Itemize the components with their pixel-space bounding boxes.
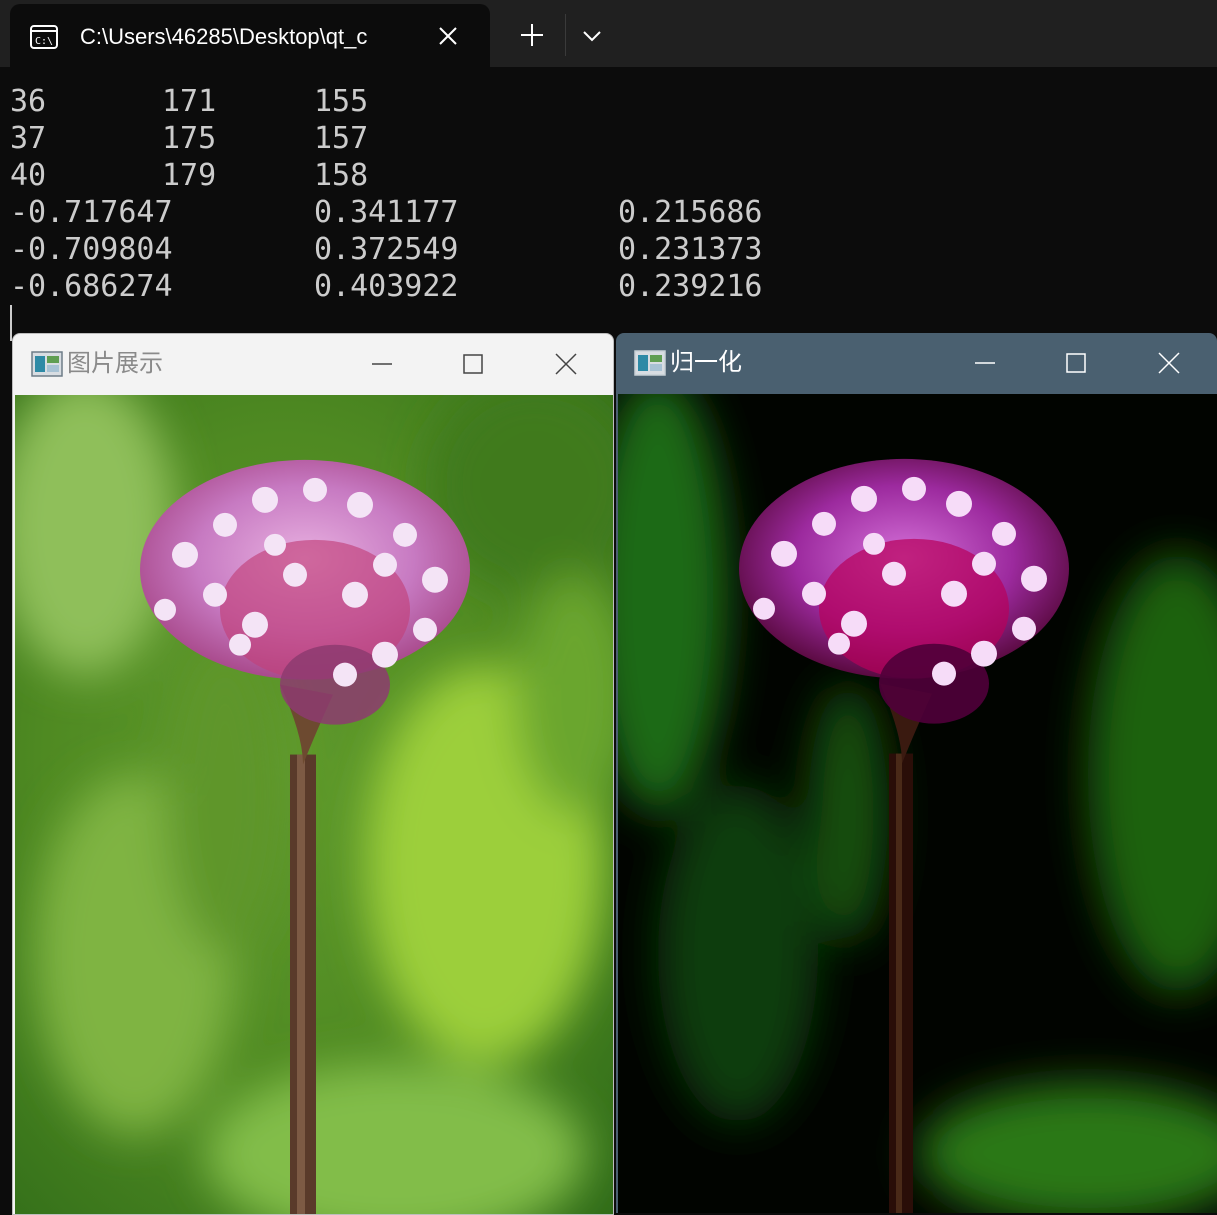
- minimize-icon[interactable]: [367, 349, 397, 379]
- maximize-icon[interactable]: [458, 349, 488, 379]
- value-cell: 158: [314, 158, 369, 193]
- maximize-icon[interactable]: [1061, 348, 1091, 378]
- output-line: 40 179 158: [10, 157, 368, 194]
- terminal-icon: C:\: [30, 25, 58, 49]
- value-cell: 40: [10, 158, 47, 193]
- text-cursor: [10, 305, 12, 341]
- terminal-tab-bar: C:\ C:\Users\46285\Desktop\qt_c: [0, 0, 1217, 67]
- tab-title: C:\Users\46285\Desktop\qt_c: [80, 24, 368, 49]
- terminal-tab[interactable]: C:\ C:\Users\46285\Desktop\qt_c: [10, 4, 490, 67]
- app-icon: [31, 351, 63, 377]
- window-title: 归一化: [670, 348, 742, 376]
- close-icon[interactable]: [551, 349, 581, 379]
- output-line: -0.686274 0.403922 0.239216: [10, 268, 763, 305]
- output-line: -0.709804 0.372549 0.231373: [10, 231, 763, 268]
- value-cell: -0.686274: [10, 269, 173, 304]
- minimize-icon[interactable]: [970, 348, 1000, 378]
- value-cell: 0.231373: [618, 232, 763, 267]
- chevron-down-icon[interactable]: [580, 24, 604, 48]
- output-line: 36 171 155: [10, 83, 368, 120]
- value-cell: 157: [314, 121, 369, 156]
- image-display: [15, 395, 613, 1214]
- value-cell: 179: [162, 158, 217, 193]
- value-cell: 155: [314, 84, 369, 119]
- window-titlebar[interactable]: 归一化: [616, 333, 1217, 393]
- value-cell: 0.403922: [314, 269, 459, 304]
- value-cell: 175: [162, 121, 217, 156]
- image-window-original[interactable]: 图片展示: [12, 333, 614, 1215]
- close-icon[interactable]: [1154, 348, 1184, 378]
- value-cell: 0.341177: [314, 195, 459, 230]
- terminal-output[interactable]: 36 171 155 37 175 157 40 179 158 -0.7176…: [0, 67, 1217, 341]
- output-line: -0.717647 0.341177 0.215686: [10, 194, 763, 231]
- value-cell: 171: [162, 84, 217, 119]
- window-title: 图片展示: [67, 349, 163, 377]
- plus-icon[interactable]: [518, 21, 546, 49]
- flower-image: [15, 395, 613, 1214]
- value-cell: 0.239216: [618, 269, 763, 304]
- image-window-normalized[interactable]: 归一化: [616, 333, 1217, 1213]
- value-cell: -0.717647: [10, 195, 173, 230]
- window-titlebar[interactable]: 图片展示: [13, 334, 613, 394]
- value-cell: 36: [10, 84, 47, 119]
- value-cell: 37: [10, 121, 47, 156]
- image-display: [618, 394, 1217, 1213]
- value-cell: 0.215686: [618, 195, 763, 230]
- close-icon[interactable]: [436, 24, 460, 48]
- tab-separator: [565, 14, 566, 56]
- app-icon: [634, 350, 666, 376]
- value-cell: -0.709804: [10, 232, 173, 267]
- value-cell: 0.372549: [314, 232, 459, 267]
- output-line: 37 175 157: [10, 120, 368, 157]
- normalized-flower-image: [618, 394, 1217, 1213]
- svg-text:C:\: C:\: [35, 36, 53, 47]
